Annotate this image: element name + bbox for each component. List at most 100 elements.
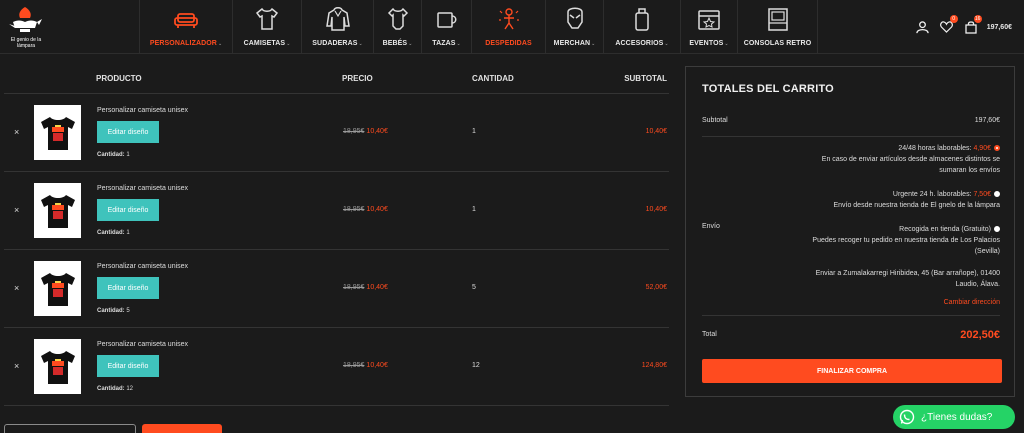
cart-button[interactable]: 16	[959, 15, 983, 39]
checkout-button[interactable]: FINALIZAR COMPRA	[702, 359, 1002, 383]
menu-item-camisetas[interactable]: CAMISETAS⌄	[233, 0, 302, 54]
original-price: 18,95€	[343, 128, 365, 135]
original-price: 18,95€	[343, 362, 365, 369]
menu-label: ACCESORIOS	[615, 40, 664, 47]
column-header-product: PRODUCTO	[96, 74, 142, 83]
product-thumbnail[interactable]	[34, 105, 81, 160]
remove-item-button[interactable]: ×	[14, 283, 19, 293]
item-quantity[interactable]: 5	[472, 284, 476, 291]
cart-total[interactable]: 197,60€	[987, 24, 1012, 31]
subtotal-label: Subtotal	[702, 117, 728, 124]
edit-design-button[interactable]: Editar diseño	[97, 277, 159, 299]
genie-lamp-logo-icon	[9, 7, 42, 32]
product-name[interactable]: Personalizar camiseta unisex	[97, 263, 188, 270]
calendar-icon	[698, 10, 720, 30]
item-quantity-note: Cantidad: 5	[97, 308, 130, 314]
whatsapp-label: ¿Tienes dudas?	[921, 411, 993, 423]
table-header: PRODUCTO PRECIO CANTIDAD SUBTOTAL	[4, 64, 669, 94]
onesie-icon	[387, 7, 408, 30]
edit-design-button[interactable]: Editar diseño	[97, 355, 159, 377]
menu-label: CAMISETAS	[243, 40, 286, 47]
wishlist-button[interactable]: 0	[935, 15, 959, 39]
item-subtotal: 124,80€	[641, 362, 667, 369]
tshirt-icon	[255, 7, 279, 30]
menu-label: BEBÉS	[382, 40, 408, 47]
item-quantity-note: Cantidad: 12	[97, 386, 134, 392]
remove-item-button[interactable]: ×	[14, 361, 19, 371]
item-quantity[interactable]: 1	[472, 128, 476, 135]
cart-table: PRODUCTO PRECIO CANTIDAD SUBTOTAL × Perso…	[4, 64, 669, 406]
total-row: Total 202,50€	[702, 315, 1000, 349]
original-price: 18,95€	[343, 206, 365, 213]
menu-label: EVENTOS	[689, 40, 724, 47]
menu-item-tazas[interactable]: TAZAS⌄	[422, 0, 472, 54]
site-logo[interactable]: El genio de la lámpara	[0, 0, 140, 54]
radio-button[interactable]	[994, 226, 1000, 232]
table-row: × Personalizar camiseta unisex Editar dise…	[4, 94, 669, 172]
edit-design-button[interactable]: Editar diseño	[97, 121, 159, 143]
edit-design-button[interactable]: Editar diseño	[97, 199, 159, 221]
change-address-link[interactable]: Cambiar dirección	[944, 299, 1000, 306]
item-quantity[interactable]: 1	[472, 206, 476, 213]
menu-item-personalizador[interactable]: PERSONALIZADOR⌄	[140, 0, 233, 54]
total-value: 202,50€	[960, 329, 1000, 341]
item-subtotal: 10,40€	[645, 128, 667, 135]
account-button[interactable]	[911, 15, 935, 39]
whatsapp-icon	[899, 409, 915, 425]
helmet-icon	[566, 7, 583, 29]
table-row: × Personalizar camiseta unisex Editar dise…	[4, 328, 669, 406]
product-thumbnail[interactable]	[34, 261, 81, 316]
item-quantity-note: Cantidad: 1	[97, 152, 130, 158]
party-icon	[498, 8, 519, 30]
menu-item-accesorios[interactable]: ACCESORIOS⌄	[604, 0, 681, 54]
sale-price: 10,40€	[366, 284, 388, 291]
product-thumbnail[interactable]	[34, 339, 81, 394]
user-icon	[916, 20, 929, 33]
menu-item-sudaderas[interactable]: SUDADERAS⌄	[302, 0, 374, 54]
column-header-subtotal: SUBTOTAL	[624, 74, 667, 83]
product-name[interactable]: Personalizar camiseta unisex	[97, 185, 188, 192]
shipping-option-standard[interactable]: 24/48 horas laborables: 4,90€ En caso de…	[822, 143, 1000, 176]
menu-label: MERCHAN	[553, 40, 591, 47]
shipping-price: 7,50€	[973, 191, 991, 198]
item-price: 18,95€ 10,40€	[343, 362, 388, 369]
product-thumbnail[interactable]	[34, 183, 81, 238]
hoodie-icon	[325, 7, 350, 31]
mug-icon	[436, 12, 456, 28]
item-subtotal: 10,40€	[645, 206, 667, 213]
apply-coupon-button[interactable]	[142, 424, 222, 433]
menu-item-consolas-retro[interactable]: CONSOLAS RETRO	[738, 0, 818, 54]
sale-price: 10,40€	[366, 362, 388, 369]
sofa-icon	[174, 13, 198, 28]
sale-price: 10,40€	[366, 206, 388, 213]
tshirt-image	[40, 116, 75, 150]
menu-item-merchan[interactable]: MERCHAN⌄	[546, 0, 604, 54]
total-label: Total	[702, 331, 717, 338]
radio-button[interactable]	[994, 191, 1000, 197]
menu-item-despedidas[interactable]: DESPEDIDAS	[472, 0, 546, 54]
remove-item-button[interactable]: ×	[14, 205, 19, 215]
radio-button-checked[interactable]	[994, 145, 1000, 151]
shipping-option-urgent[interactable]: Urgente 24 h. laborables: 7,50€ Envío de…	[833, 189, 1000, 211]
arcade-icon	[767, 8, 788, 31]
subtotal-row: Subtotal 197,60€	[702, 107, 1000, 137]
item-price: 18,95€ 10,40€	[343, 284, 388, 291]
whatsapp-chat-button[interactable]: ¿Tienes dudas?	[893, 405, 1015, 429]
product-name[interactable]: Personalizar camiseta unisex	[97, 341, 188, 348]
item-quantity[interactable]: 12	[472, 362, 480, 369]
heart-icon	[940, 21, 954, 33]
coupon-field[interactable]	[4, 424, 136, 433]
menu-item-bebes[interactable]: BEBÉS⌄	[374, 0, 422, 54]
cart-totals-title: TOTALES DEL CARRITO	[702, 83, 834, 95]
cart-count-badge: 16	[973, 15, 982, 23]
wishlist-count-badge: 0	[949, 15, 958, 23]
shipping-option-pickup[interactable]: Recogida en tienda (Gratuito) Puedes rec…	[812, 224, 1000, 257]
menu-item-eventos[interactable]: EVENTOS⌄	[681, 0, 738, 54]
product-name[interactable]: Personalizar camiseta unisex	[97, 107, 188, 114]
table-row: × Personalizar camiseta unisex Editar dise…	[4, 250, 669, 328]
item-price: 18,95€ 10,40€	[343, 206, 388, 213]
bag-icon	[635, 8, 649, 31]
remove-item-button[interactable]: ×	[14, 127, 19, 137]
top-navigation: El genio de la lámpara PERSONALIZADOR⌄ C…	[0, 0, 1024, 54]
subtotal-value: 197,60€	[974, 117, 1000, 124]
